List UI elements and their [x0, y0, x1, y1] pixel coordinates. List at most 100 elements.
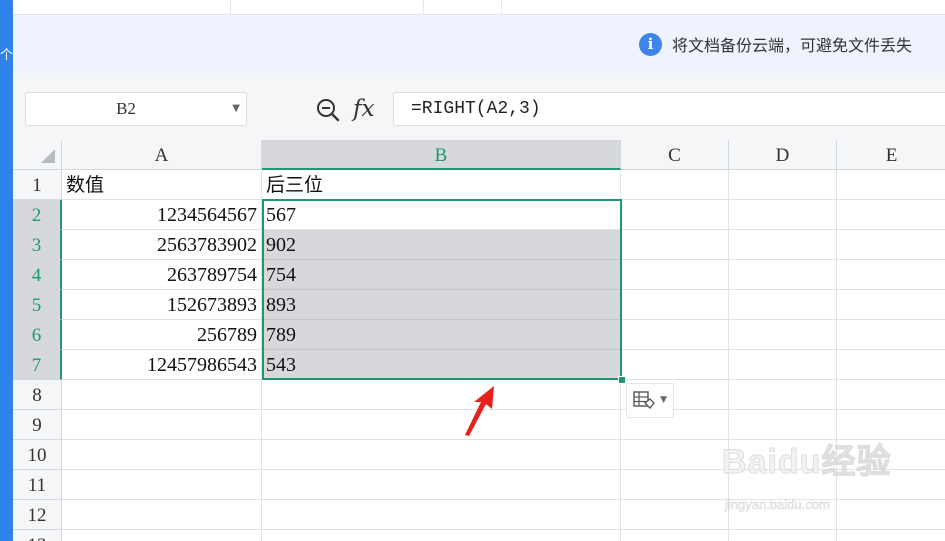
cell-c4[interactable]	[621, 260, 729, 290]
row-header-8[interactable]: 8	[13, 380, 62, 410]
cell-d1[interactable]	[729, 170, 837, 200]
cell-d5[interactable]	[729, 290, 837, 320]
notice-text[interactable]: 将文档备份云端，可避免文件丢失	[672, 32, 912, 56]
cell-a5[interactable]: 152673893	[62, 290, 262, 320]
cell-b5[interactable]: 893	[262, 290, 621, 320]
cell-e2[interactable]	[837, 200, 945, 230]
cell-e4[interactable]	[837, 260, 945, 290]
cell-d7[interactable]	[729, 350, 837, 380]
cell-b11[interactable]	[262, 470, 621, 500]
cell-c13[interactable]	[621, 530, 729, 541]
cell-b10[interactable]	[262, 440, 621, 470]
cell-b13[interactable]	[262, 530, 621, 541]
cell-e9[interactable]	[837, 410, 945, 440]
cell-b7[interactable]: 543	[262, 350, 621, 380]
cell-c5[interactable]	[621, 290, 729, 320]
row-header-13[interactable]: 13	[13, 530, 62, 541]
zoom-search-icon[interactable]	[315, 97, 341, 123]
cell-c11[interactable]	[621, 470, 729, 500]
row-header-12[interactable]: 12	[13, 500, 62, 530]
cell-d3[interactable]	[729, 230, 837, 260]
cell-a6[interactable]: 256789	[62, 320, 262, 350]
formula-input[interactable]: =RIGHT(A2,3)	[393, 92, 945, 126]
row-header-2[interactable]: 2	[13, 200, 62, 230]
cell-a13[interactable]	[62, 530, 262, 541]
cell-b8[interactable]	[262, 380, 621, 410]
cell-c7[interactable]	[621, 350, 729, 380]
cell-e3[interactable]	[837, 230, 945, 260]
cell-a8[interactable]	[62, 380, 262, 410]
cell-a3[interactable]: 2563783902	[62, 230, 262, 260]
chevron-down-icon[interactable]: ▼	[232, 93, 240, 125]
cell-d9[interactable]	[729, 410, 837, 440]
cell-b1[interactable]: 后三位	[262, 170, 621, 200]
fill-handle[interactable]	[618, 376, 626, 384]
formula-text: =RIGHT(A2,3)	[411, 99, 541, 119]
column-header-b[interactable]: B	[262, 140, 621, 170]
row-header-3[interactable]: 3	[13, 230, 62, 260]
column-header-e[interactable]: E	[837, 140, 945, 170]
quick-analysis-button[interactable]: ▼	[626, 383, 674, 418]
cell-c6[interactable]	[621, 320, 729, 350]
row-header-1[interactable]: 1	[13, 170, 62, 200]
cell-c12[interactable]	[621, 500, 729, 530]
cell-e8[interactable]	[837, 380, 945, 410]
chevron-down-icon[interactable]: ▼	[660, 384, 667, 417]
toolbar-divider	[423, 0, 424, 14]
cell-e5[interactable]	[837, 290, 945, 320]
row-header-6[interactable]: 6	[13, 320, 62, 350]
cell-b6[interactable]: 789	[262, 320, 621, 350]
row-header-10[interactable]: 10	[13, 440, 62, 470]
baidu-watermark: Baidu经验 jingyan.baidu.com	[721, 440, 902, 520]
cell-c2[interactable]	[621, 200, 729, 230]
fx-icon[interactable]: fx	[353, 95, 374, 123]
cell-d2[interactable]	[729, 200, 837, 230]
formula-bar: B2 ▼ fx =RIGHT(A2,3)	[13, 73, 945, 140]
row-header-5[interactable]: 5	[13, 290, 62, 320]
cell-a9[interactable]	[62, 410, 262, 440]
cell-c10[interactable]	[621, 440, 729, 470]
toolbar-divider	[230, 0, 231, 14]
cell-a10[interactable]	[62, 440, 262, 470]
red-annotation-arrow-icon	[465, 386, 494, 436]
watermark-url: jingyan.baidu.com	[725, 497, 830, 512]
name-box[interactable]: B2 ▼	[25, 92, 247, 126]
cell-a2[interactable]: 1234564567	[62, 200, 262, 230]
cell-c1[interactable]	[621, 170, 729, 200]
cell-d4[interactable]	[729, 260, 837, 290]
row-header-9[interactable]: 9	[13, 410, 62, 440]
name-box-value: B2	[116, 99, 136, 118]
cell-e6[interactable]	[837, 320, 945, 350]
column-header-a[interactable]: A	[62, 140, 262, 170]
column-header-d[interactable]: D	[729, 140, 837, 170]
backup-notice-bar: i 将文档备份云端，可避免文件丢失	[13, 15, 945, 73]
cell-e7[interactable]	[837, 350, 945, 380]
info-icon: i	[639, 32, 662, 56]
cell-d8[interactable]	[729, 380, 837, 410]
backup-notice[interactable]: i 将文档备份云端，可避免文件丢失	[639, 32, 912, 56]
cell-a1[interactable]: 数值	[62, 170, 262, 200]
row-header-7[interactable]: 7	[13, 350, 62, 380]
cell-a11[interactable]	[62, 470, 262, 500]
collapse-arrow-icon[interactable]: 个	[0, 44, 13, 63]
cell-a7[interactable]: 12457986543	[62, 350, 262, 380]
cell-e13[interactable]	[837, 530, 945, 541]
cell-d6[interactable]	[729, 320, 837, 350]
row-header-11[interactable]: 11	[13, 470, 62, 500]
cell-e1[interactable]	[837, 170, 945, 200]
top-toolbar-remnant	[13, 0, 945, 15]
cell-a4[interactable]: 263789754	[62, 260, 262, 290]
cell-b12[interactable]	[262, 500, 621, 530]
cell-c3[interactable]	[621, 230, 729, 260]
toolbar-divider	[501, 0, 502, 14]
cell-b9[interactable]	[262, 410, 621, 440]
cell-b3[interactable]: 902	[262, 230, 621, 260]
cell-d13[interactable]	[729, 530, 837, 541]
cell-b4[interactable]: 754	[262, 260, 621, 290]
column-header-c[interactable]: C	[621, 140, 729, 170]
row-header-4[interactable]: 4	[13, 260, 62, 290]
cell-b2[interactable]: 567	[262, 200, 621, 230]
cell-a12[interactable]	[62, 500, 262, 530]
select-all-corner[interactable]	[13, 140, 62, 170]
select-all-triangle-icon	[41, 149, 55, 163]
